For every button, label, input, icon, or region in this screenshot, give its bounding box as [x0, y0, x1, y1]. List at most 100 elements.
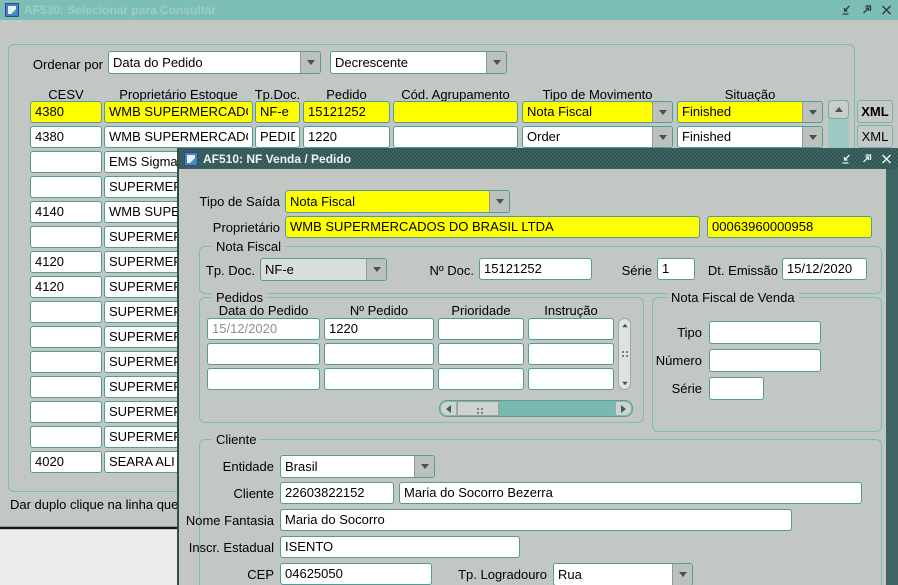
cell-cesv[interactable]: 4120 — [30, 276, 102, 298]
cell-cesv[interactable] — [30, 351, 102, 373]
cell-cesv[interactable]: 4120 — [30, 251, 102, 273]
chevron-down-icon[interactable] — [486, 52, 506, 73]
cell-value: 4140 — [35, 202, 97, 222]
tp-logradouro-select[interactable]: Rua — [553, 563, 693, 585]
chevron-down-icon[interactable] — [414, 456, 434, 477]
af510-window-title: AF510: NF Venda / Pedido — [203, 152, 351, 166]
column-header: Prioridade — [430, 303, 532, 318]
maximize-icon[interactable] — [859, 152, 873, 165]
cliente-name-field[interactable]: Maria do Socorro Bezerra — [399, 482, 862, 504]
pedido-cell-prioridade[interactable] — [438, 318, 524, 340]
xml-button[interactable]: XML — [857, 125, 893, 148]
pedido-cell-prioridade[interactable] — [438, 368, 524, 390]
maximize-icon[interactable] — [859, 4, 873, 17]
minimize-icon[interactable] — [839, 4, 853, 17]
pedido-cell-num-pedido[interactable] — [324, 343, 434, 365]
num-doc-label: Nº Doc. — [409, 263, 474, 278]
nfv-numero-field[interactable] — [709, 349, 821, 372]
cell-value: 1220 — [308, 127, 385, 147]
column-header: Instrução — [520, 303, 622, 318]
cell-cesv[interactable] — [30, 176, 102, 198]
column-header: Data do Pedido — [199, 303, 328, 318]
chevron-down-icon[interactable] — [802, 102, 822, 122]
pedido-cell-instrucao[interactable] — [528, 368, 614, 390]
cell-tipo-movimento[interactable]: Order — [522, 126, 673, 148]
serie-field[interactable]: 1 — [657, 258, 695, 280]
cell-situacao[interactable]: Finished — [677, 126, 823, 148]
pedidos-horizontal-scrollbar[interactable] — [439, 400, 633, 417]
pedido-cell-instrucao[interactable] — [528, 318, 614, 340]
cell-cesv[interactable] — [30, 426, 102, 448]
cell-proprietario[interactable]: WMB SUPERMERCADO — [104, 126, 253, 148]
tipo-saida-select[interactable]: Nota Fiscal — [285, 190, 510, 213]
chevron-down-icon[interactable] — [300, 52, 320, 73]
cell-cesv[interactable] — [30, 301, 102, 323]
pedido-cell-num-pedido[interactable] — [324, 368, 434, 390]
nfv-serie-field[interactable] — [709, 377, 764, 400]
cell-cesv[interactable] — [30, 401, 102, 423]
entidade-select[interactable]: Brasil — [280, 455, 435, 478]
cell-cesv[interactable] — [30, 226, 102, 248]
scrollbar-thumb[interactable] — [622, 351, 624, 353]
pedidos-vertical-scrollbar[interactable] — [618, 318, 631, 390]
nfv-tipo-field[interactable] — [709, 321, 821, 344]
cell-cesv[interactable] — [30, 151, 102, 173]
cell-cesv[interactable]: 4380 — [30, 101, 102, 123]
nome-fantasia-field[interactable]: Maria do Socorro — [280, 509, 792, 531]
dt-emissao-field[interactable]: 15/12/2020 — [782, 258, 867, 280]
chevron-down-icon[interactable] — [672, 564, 692, 585]
cell-value: 4120 — [35, 252, 97, 272]
minimize-icon[interactable] — [839, 152, 853, 165]
proprietario-cnpj-field[interactable]: 00063960000958 — [707, 216, 872, 238]
num-doc-field[interactable]: 15121252 — [479, 258, 592, 280]
cell-cod-agrupamento[interactable] — [393, 101, 518, 123]
af510-titlebar[interactable]: AF510: NF Venda / Pedido — [179, 148, 898, 169]
chevron-down-icon[interactable] — [802, 127, 822, 147]
inscr-estadual-field[interactable]: ISENTO — [280, 536, 520, 558]
cliente-label: Cliente — [184, 486, 274, 501]
scroll-up-icon[interactable] — [619, 319, 630, 331]
close-icon[interactable] — [879, 152, 893, 165]
cell-cesv[interactable] — [30, 326, 102, 348]
cep-field[interactable]: 04625050 — [280, 563, 432, 585]
cell-tpdoc[interactable]: PEDIDO — [255, 126, 300, 148]
xml-button[interactable]: XML — [857, 100, 893, 123]
proprietario-name-field[interactable]: WMB SUPERMERCADOS DO BRASIL LTDA — [285, 216, 700, 238]
sort-field-select[interactable]: Data do Pedido — [108, 51, 321, 74]
scroll-up-icon[interactable] — [828, 100, 849, 119]
pedido-cell-data-pedido[interactable] — [207, 343, 320, 365]
tp-doc-select[interactable]: NF-e — [260, 258, 387, 281]
scroll-left-icon[interactable] — [440, 401, 457, 416]
cliente-code-field[interactable]: 22603822152 — [280, 482, 394, 504]
cell-cesv[interactable] — [30, 376, 102, 398]
pedido-cell-data-pedido[interactable]: 15/12/2020 — [207, 318, 320, 340]
cell-tipo-movimento[interactable]: Nota Fiscal — [522, 101, 673, 123]
cell-situacao[interactable]: Finished — [677, 101, 823, 123]
cell-pedido[interactable]: 1220 — [303, 126, 390, 148]
af530-titlebar[interactable]: AF530: Selecionar para Consultar — [0, 0, 898, 20]
chevron-down-icon[interactable] — [652, 102, 672, 122]
cell-cesv[interactable]: 4140 — [30, 201, 102, 223]
cell-cesv[interactable]: 4020 — [30, 451, 102, 473]
sort-order-select[interactable]: Decrescente — [330, 51, 507, 74]
cell-pedido[interactable]: 15121252 — [303, 101, 390, 123]
chevron-down-icon[interactable] — [652, 127, 672, 147]
pedido-cell-instrucao[interactable] — [528, 343, 614, 365]
pedido-cell-prioridade[interactable] — [438, 343, 524, 365]
cell-value: PEDIDO — [260, 127, 295, 147]
cell-tpdoc[interactable]: NF-e — [255, 101, 300, 123]
scroll-down-icon[interactable] — [619, 377, 630, 389]
close-icon[interactable] — [879, 4, 893, 17]
scrollbar-thumb[interactable] — [457, 401, 499, 416]
cell-proprietario[interactable]: WMB SUPERMERCADO — [104, 101, 253, 123]
scroll-right-icon[interactable] — [615, 401, 632, 416]
chevron-down-icon[interactable] — [366, 259, 386, 280]
cell-cod-agrupamento[interactable] — [393, 126, 518, 148]
pedido-cell-data-pedido[interactable] — [207, 368, 320, 390]
footer-hint: Dar duplo clique na linha que — [10, 497, 178, 512]
cell-value: 4380 — [35, 127, 97, 147]
chevron-down-icon[interactable] — [489, 191, 509, 212]
pedido-cell-num-pedido[interactable]: 1220 — [324, 318, 434, 340]
cliente-legend: Cliente — [212, 432, 260, 447]
cell-cesv[interactable]: 4380 — [30, 126, 102, 148]
